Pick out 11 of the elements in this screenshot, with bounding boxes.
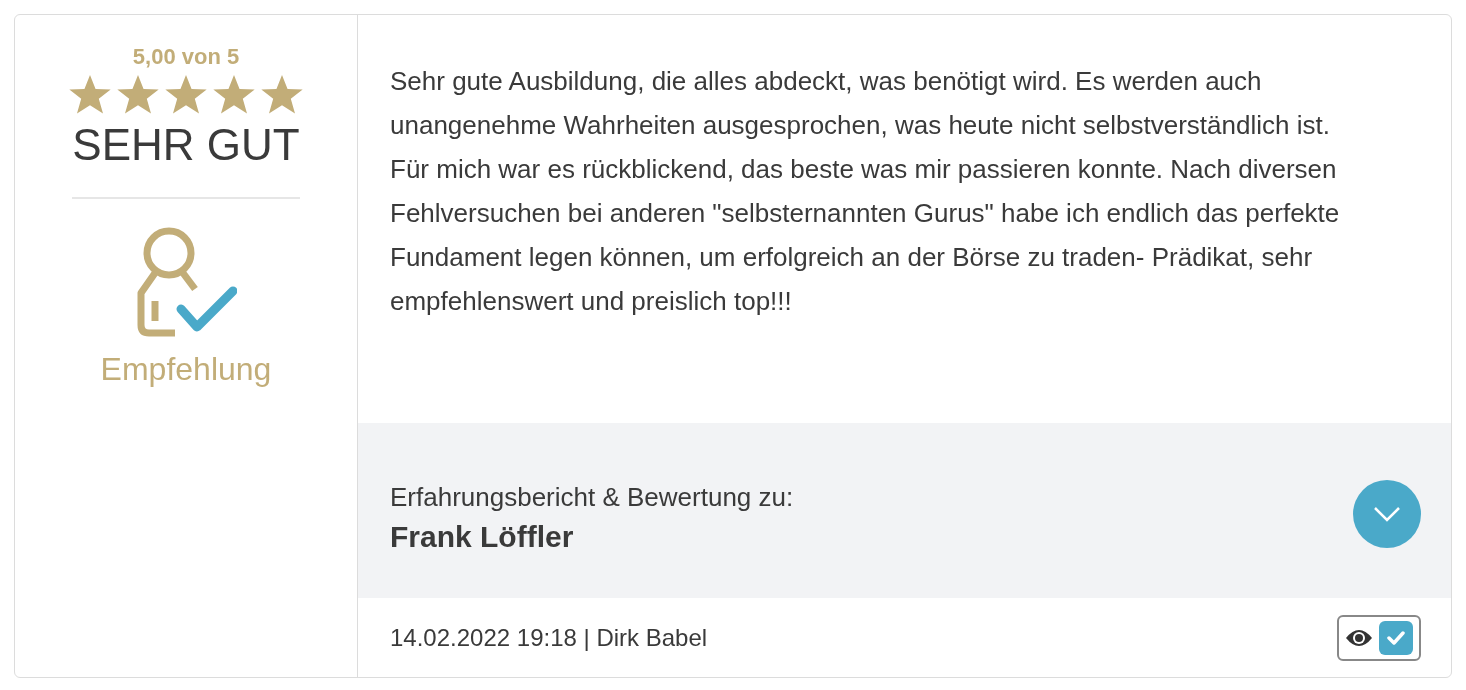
review-meta: 14.02.2022 19:18 | Dirk Babel: [390, 622, 708, 653]
checkmark-icon: [1387, 630, 1405, 645]
review-paragraph: Für mich war es rückblickend, das beste was mir passieren konnte. Nach diversen Fehlversuchen bei anderen "selbsternannten Gurus" habe ich endlich das perfekte Fundament legen können, um erfolgreich an der Börse zu traden- Prädikat, sehr empfehlenswert und preislich top!!!: [390, 153, 1341, 318]
subject-name: Frank Löffler: [390, 518, 575, 555]
rating-score: 5,00 von 5: [132, 43, 240, 71]
subject-label: Erfahrungsbericht & Bewertung zu:: [390, 480, 794, 514]
recommendation-label: Empfehlung: [100, 350, 272, 389]
eye-icon: [1345, 627, 1373, 648]
rating-verdict: SEHR GUT: [72, 119, 300, 171]
review-paragraph: Sehr gute Ausbildung, die alles abdeckt, was benötigt wird. Es werden auch unangenehme Wahrheiten ausgesprochen, was heute nicht selbstverständlich ist.: [390, 65, 1331, 142]
chevron-down-icon: [1373, 505, 1401, 522]
